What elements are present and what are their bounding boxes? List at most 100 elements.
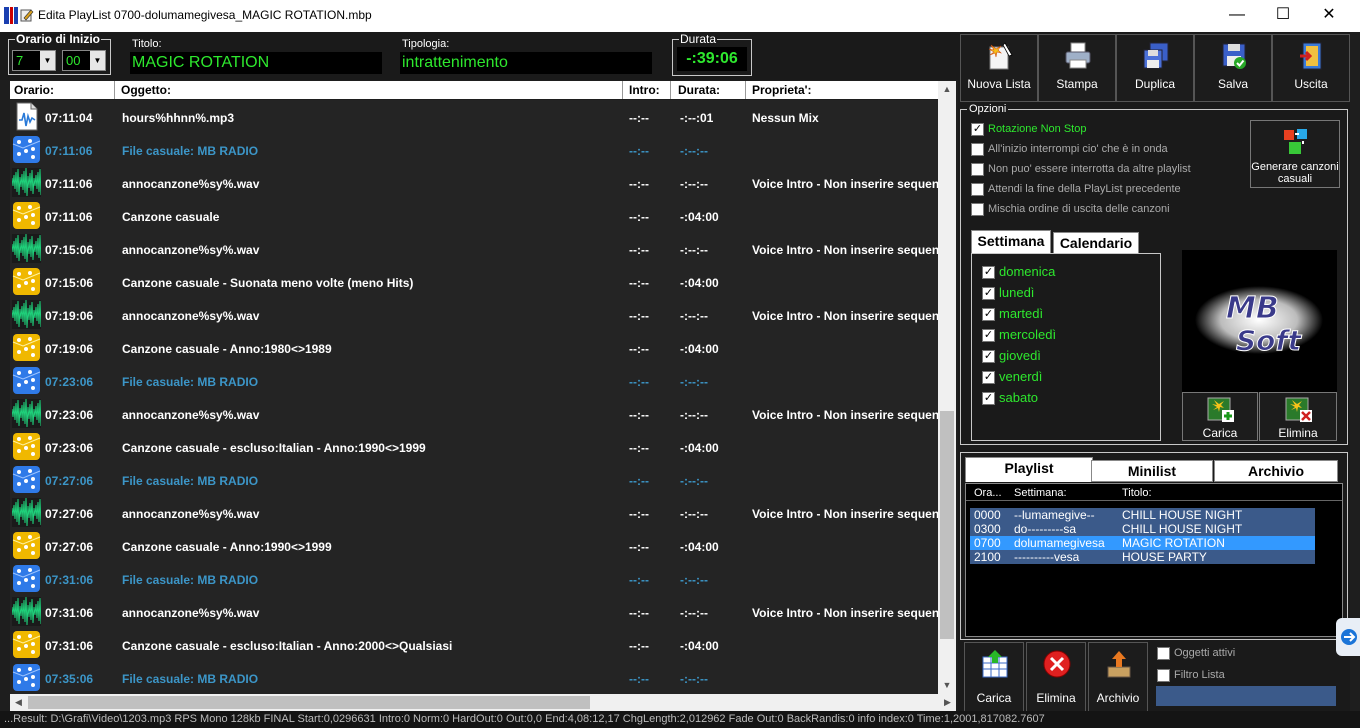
- uscita-button[interactable]: Uscita: [1272, 34, 1350, 102]
- list-item[interactable]: 07:11:06 File casuale: MB RADIO --:-- -:--:…: [10, 133, 938, 166]
- tab-minilist[interactable]: Minilist: [1091, 460, 1213, 482]
- tab-playlist[interactable]: Playlist: [965, 457, 1093, 482]
- list-horizontal-scrollbar[interactable]: ◀ ▶: [10, 694, 956, 711]
- col-oggetto[interactable]: Oggetto:: [121, 83, 171, 97]
- minute-select[interactable]: 00 ▼: [62, 50, 106, 71]
- list-item[interactable]: 07:11:06 Canzone casuale --:-- -:04:00: [10, 199, 938, 232]
- playlist-row[interactable]: 0000 --lumamegive-- CHILL HOUSE NIGHT: [970, 508, 1315, 522]
- tab-archivio[interactable]: Archivio: [1214, 460, 1338, 482]
- playlist-table[interactable]: Ora... Settimana: Titolo: 0000 --lumamegi…: [965, 483, 1343, 637]
- list-item[interactable]: 07:27:06 File casuale: MB RADIO --:-- -:--:…: [10, 463, 938, 496]
- maximize-button[interactable]: ☐: [1260, 0, 1306, 32]
- hour-select[interactable]: 7 ▼: [12, 50, 56, 71]
- list-item[interactable]: 07:27:06 annocanzone%sy%.wav --:-- -:--:-- V…: [10, 496, 938, 529]
- logo-elimina-label: Elimina: [1278, 426, 1318, 440]
- tipologia-field[interactable]: intrattenimento: [400, 52, 652, 74]
- list-item[interactable]: 07:31:06 Canzone casuale - escluso:Italia…: [10, 628, 938, 661]
- checkbox-checked-icon[interactable]: ✓: [982, 350, 995, 363]
- list-item[interactable]: 07:27:06 Canzone casuale - Anno:1990<>199…: [10, 529, 938, 562]
- status-bar: ...Result: D:\Grafi\Video\1203.mp3 RPS M…: [0, 711, 1360, 728]
- remote-support-tab[interactable]: [1336, 618, 1360, 656]
- item-duration: -:04:00: [680, 540, 719, 554]
- checkbox-icon[interactable]: [971, 183, 984, 196]
- duplica-button[interactable]: Duplica: [1116, 34, 1194, 102]
- checkbox-checked-icon[interactable]: ✓: [982, 287, 995, 300]
- checkbox-checked-icon[interactable]: ✓: [982, 266, 995, 279]
- list-item[interactable]: 07:31:06 File casuale: MB RADIO --:-- -:--:…: [10, 562, 938, 595]
- scroll-right-icon[interactable]: ▶: [939, 694, 956, 711]
- pl-col-settimana[interactable]: Settimana:: [1014, 487, 1067, 499]
- item-object: annocanzone%sy%.wav: [122, 408, 260, 422]
- list-item[interactable]: 07:11:06 annocanzone%sy%.wav --:-- -:--:-- V…: [10, 166, 938, 199]
- pl-col-titolo[interactable]: Titolo:: [1122, 487, 1152, 499]
- checkbox-icon[interactable]: [971, 203, 984, 216]
- scroll-up-icon[interactable]: ▲: [938, 81, 956, 98]
- list-vertical-scrollbar[interactable]: ▲ ▼: [938, 81, 956, 694]
- scroll-down-icon[interactable]: ▼: [938, 677, 956, 694]
- checkbox-icon[interactable]: [971, 163, 984, 176]
- add-image-icon: [1207, 397, 1234, 422]
- checkbox-checked-icon[interactable]: ✓: [982, 329, 995, 342]
- checkbox-checked-icon[interactable]: ✓: [982, 392, 995, 405]
- col-intro[interactable]: Intro:: [629, 83, 660, 97]
- list-item[interactable]: 07:23:06 annocanzone%sy%.wav --:-- -:--:-- V…: [10, 397, 938, 430]
- item-time: 07:27:06: [45, 507, 94, 521]
- item-time: 07:11:06: [45, 210, 93, 224]
- checkbox-icon[interactable]: [1157, 669, 1170, 682]
- list-item[interactable]: 07:19:06 Canzone casuale - Anno:1980<>198…: [10, 331, 938, 364]
- list-item[interactable]: 07:35:06 File casuale: MB RADIO --:-- -:--:…: [10, 661, 938, 694]
- duplica-label: Duplica: [1134, 77, 1176, 91]
- checkbox-checked-icon[interactable]: ✓: [982, 371, 995, 384]
- col-proprieta[interactable]: Proprieta':: [752, 83, 812, 97]
- close-button[interactable]: ✕: [1306, 0, 1352, 32]
- logo-carica-button[interactable]: Carica: [1182, 392, 1258, 441]
- stampa-button[interactable]: Stampa: [1038, 34, 1116, 102]
- scroll-thumb[interactable]: [940, 411, 954, 639]
- playlist-row[interactable]: 0700 dolumamegivesa MAGIC ROTATION: [970, 536, 1315, 550]
- list-item[interactable]: 07:15:06 Canzone casuale - Suonata meno v…: [10, 265, 938, 298]
- item-time: 07:31:06: [45, 573, 94, 587]
- item-intro: --:--: [629, 474, 649, 488]
- scroll-left-icon[interactable]: ◀: [10, 694, 27, 711]
- pl-col-ora[interactable]: Ora...: [974, 487, 1002, 499]
- item-time: 07:19:06: [45, 309, 94, 323]
- item-object: annocanzone%sy%.wav: [122, 606, 260, 620]
- playlist-items-list[interactable]: 07:11:04 hours%hhnn%.mp3 --:-- -:--:01 Nessu…: [10, 100, 938, 694]
- filtro-input[interactable]: [1156, 686, 1336, 706]
- hscroll-thumb[interactable]: [28, 696, 590, 709]
- list-item[interactable]: 07:23:06 File casuale: MB RADIO --:-- -:--:…: [10, 364, 938, 397]
- list-item[interactable]: 07:19:06 annocanzone%sy%.wav --:-- -:--:-- V…: [10, 298, 938, 331]
- minimize-button[interactable]: —: [1214, 0, 1260, 32]
- days-list: ✓ domenica ✓ lunedì ✓ martedì ✓ mercoledì ✓ g…: [971, 253, 1161, 441]
- printer-icon: [1065, 42, 1091, 69]
- playlist-row[interactable]: 0300 do---------sa CHILL HOUSE NIGHT: [970, 522, 1315, 536]
- nuova-lista-button[interactable]: Nuova Lista: [960, 34, 1038, 102]
- logo-elimina-button[interactable]: Elimina: [1259, 392, 1337, 441]
- checkbox-checked-icon[interactable]: ✓: [971, 123, 984, 136]
- generare-canzoni-button[interactable]: Generare canzoni casuali: [1250, 120, 1340, 188]
- elimina-button[interactable]: Elimina: [1026, 642, 1086, 712]
- playlist-rows: 0000 --lumamegive-- CHILL HOUSE NIGHT 0300 d…: [970, 508, 1315, 568]
- playlist-row[interactable]: 2100 ----------vesa HOUSE PARTY: [970, 550, 1315, 564]
- uscita-label: Uscita: [1294, 77, 1328, 91]
- delete-image-icon: [1285, 397, 1312, 422]
- checkbox-checked-icon[interactable]: ✓: [982, 308, 995, 321]
- archivio-button[interactable]: Archivio: [1088, 642, 1148, 712]
- list-item[interactable]: 07:11:04 hours%hhnn%.mp3 --:-- -:--:01 Nessu…: [10, 100, 938, 133]
- tab-settimana[interactable]: Settimana: [971, 230, 1051, 254]
- col-durata[interactable]: Durata:: [678, 83, 720, 97]
- checkbox-icon[interactable]: [1157, 647, 1170, 660]
- col-orario[interactable]: Orario:: [14, 83, 54, 97]
- pl-titolo: MAGIC ROTATION: [1122, 536, 1225, 550]
- salva-button[interactable]: Salva: [1194, 34, 1272, 102]
- item-object: Canzone casuale - Anno:1990<>1999: [122, 540, 332, 554]
- list-item[interactable]: 07:15:06 annocanzone%sy%.wav --:-- -:--:-- V…: [10, 232, 938, 265]
- tab-calendario[interactable]: Calendario: [1053, 232, 1139, 254]
- item-time: 07:19:06: [45, 342, 94, 356]
- logo-box: MB Soft: [1182, 250, 1337, 392]
- checkbox-icon[interactable]: [971, 143, 984, 156]
- list-item[interactable]: 07:31:06 annocanzone%sy%.wav --:-- -:--:-- V…: [10, 595, 938, 628]
- carica-button[interactable]: Carica: [964, 642, 1024, 712]
- titolo-field[interactable]: MAGIC ROTATION: [130, 52, 382, 74]
- list-item[interactable]: 07:23:06 Canzone casuale - escluso:Italia…: [10, 430, 938, 463]
